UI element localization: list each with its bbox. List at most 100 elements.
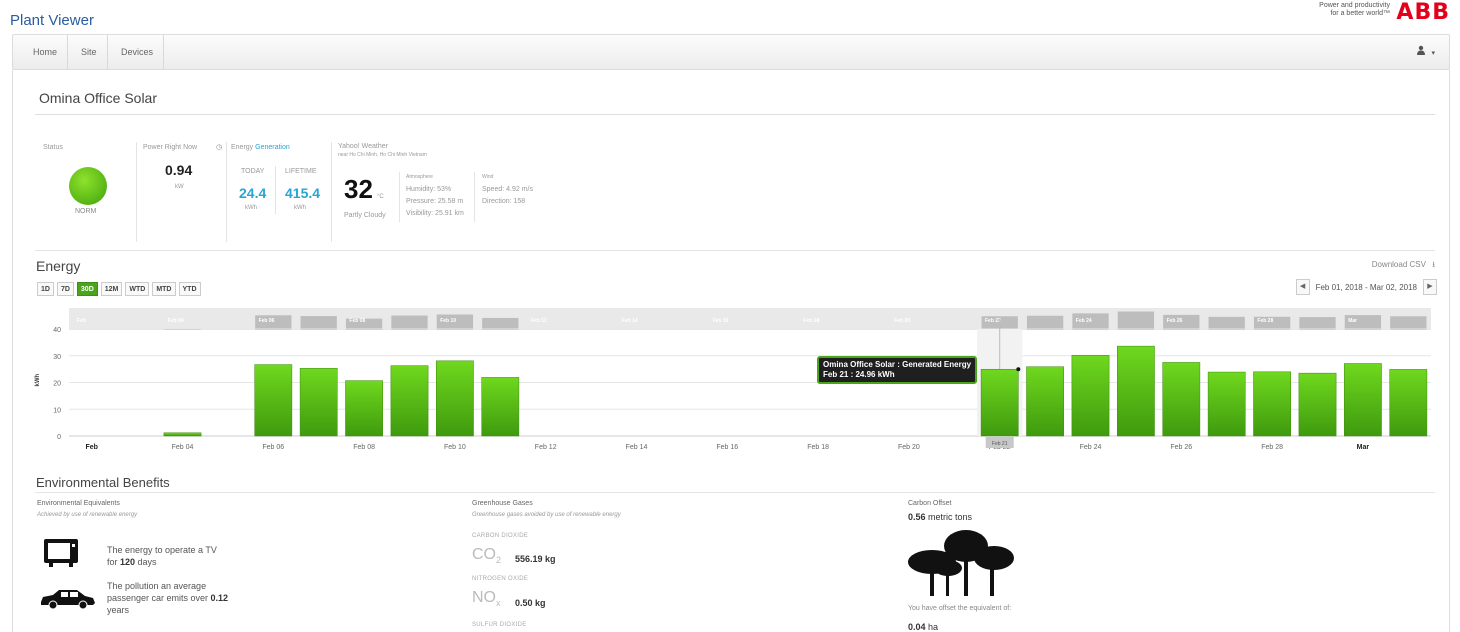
chart-bar: [481, 377, 520, 437]
tagline-line-2: for a better world™: [1330, 10, 1390, 17]
chart-bar: [299, 368, 338, 437]
car-equivalent-line2: passenger car emits over 0.12: [107, 592, 228, 604]
chart-bar: [345, 380, 383, 437]
energy-chart[interactable]: Feb Feb 04 Feb 06 Feb 08 Feb 10 Feb 12 Feb 14 F…: [13, 70, 1449, 470]
trees-icon: [908, 530, 1014, 596]
co2-formula-sub: 2: [496, 555, 502, 566]
chart-bar: [980, 368, 1019, 437]
navigator-bar: [1026, 315, 1064, 330]
carbon-offset-value: 0.56 metric tons: [908, 512, 972, 522]
tv-equivalent-line2: for 120 days: [107, 556, 217, 568]
x-tick-label: Feb 12: [535, 444, 557, 451]
offset-text: You have offset the equivalent of:: [908, 605, 1012, 612]
chart-bar: [1298, 372, 1337, 437]
nav-home[interactable]: Home: [23, 35, 69, 69]
y-tick-label: 40: [53, 327, 61, 334]
chevron-down-icon: ▾: [1431, 50, 1435, 57]
navigator-label: Feb 10: [440, 318, 456, 324]
navigator-label: Feb 08: [349, 318, 365, 324]
x-tick-label: Feb 26: [1170, 444, 1192, 451]
chart-bar: [163, 432, 202, 437]
x-tick-label: Feb 10: [444, 444, 466, 451]
x-tick-label: Feb 20: [898, 444, 920, 451]
nox-formula: NOx: [472, 589, 501, 608]
x-tick-label: Feb: [85, 444, 97, 451]
offset-value: 0.04 ha: [908, 622, 938, 632]
chart-bar: [1162, 362, 1201, 437]
navigator-bar: [391, 315, 428, 330]
chart-tooltip: Omina Office Solar : Generated Energy Fe…: [817, 356, 978, 384]
navigator-bar: [1299, 317, 1336, 330]
nox-value: 0.50 kg: [515, 598, 546, 608]
tv-equivalent: The energy to operate a TV for 120 days: [107, 544, 217, 568]
navigator-label: Feb 24: [1076, 318, 1092, 324]
tagline-line-1: Power and productivity: [1319, 2, 1390, 9]
top-nav: Home Site Devices ▾: [12, 34, 1450, 70]
y-axis-label: kWh: [35, 374, 41, 387]
user-menu[interactable]: ▾: [1416, 45, 1435, 58]
main-panel: Omina Office Solar Status NORM Power Rig…: [12, 70, 1450, 632]
navigator-label: Mar: [1348, 318, 1357, 324]
env-divider: [35, 492, 1435, 493]
y-tick-label: 20: [53, 381, 61, 388]
offset-value-unit: ha: [925, 622, 939, 632]
y-tick-label: 10: [53, 407, 61, 414]
highlight-x-label: Feb 21: [992, 441, 1008, 447]
ghg-title: Greenhouse Gases: [472, 500, 533, 507]
chart-bar: [1253, 371, 1291, 437]
co2-formula-text: CO: [472, 546, 496, 563]
chart-bar: [1344, 363, 1382, 437]
equivalents-title: Environmental Equivalents: [37, 500, 120, 507]
x-tick-label: Feb 28: [1261, 444, 1283, 451]
abb-logo: ABB: [1396, 0, 1450, 25]
nav-devices[interactable]: Devices: [111, 35, 165, 69]
equivalents-subtitle: Achieved by use of renewable energy: [37, 512, 138, 518]
x-tick-label: Feb 04: [172, 444, 194, 451]
y-tick-label: 0: [57, 434, 61, 441]
car-equivalent-line3: years: [107, 605, 130, 615]
navigator-label: Feb 22: [985, 318, 1001, 324]
car-equivalent: The pollution an average passenger car e…: [107, 580, 228, 616]
x-tick-label: Mar: [1357, 444, 1370, 451]
tv-equivalent-line1: The energy to operate a TV: [107, 545, 217, 555]
car-years-value: 0.12: [210, 593, 229, 603]
app-title[interactable]: Plant Viewer: [10, 12, 94, 29]
chart-bar: [1026, 366, 1064, 437]
nox-formula-sub: x: [496, 598, 501, 609]
co2-label: CARBON DIOXIDE: [472, 533, 529, 539]
carbon-value-number: 0.56: [908, 512, 926, 522]
chart-bar: [1207, 371, 1246, 437]
navigator-label: Feb 20: [894, 318, 910, 324]
tv-prefix: for: [107, 557, 121, 567]
so2-label: SULFUR DIOXIDE: [472, 622, 527, 628]
chart-bar: [390, 365, 429, 437]
chart-bar: [1117, 345, 1155, 437]
chart-bar: [436, 360, 474, 437]
navigator-label: Feb 26: [1167, 318, 1183, 324]
navigator-label: Feb: [77, 318, 86, 324]
tv-icon: [44, 539, 78, 567]
tooltip-line-1: Omina Office Solar : Generated Energy: [823, 360, 972, 369]
carbon-offset-title: Carbon Offset: [908, 500, 952, 507]
nox-label: NITROGEN OXIDE: [472, 576, 529, 582]
user-icon: [1416, 45, 1425, 55]
chart-bar: [1071, 354, 1110, 437]
co2-formula: CO2: [472, 546, 501, 565]
navigator-label: Feb 06: [259, 318, 275, 324]
car-icon: [41, 590, 95, 610]
navigator-bar: [482, 317, 519, 330]
car-prefix: passenger car emits over: [107, 593, 211, 603]
nav-site[interactable]: Site: [71, 35, 108, 69]
navigator-bar: [1208, 316, 1245, 330]
navigator-bar: [1117, 311, 1155, 330]
y-tick-label: 30: [53, 354, 61, 361]
tv-days-value: 120: [120, 557, 136, 567]
navigator-bar: [1390, 316, 1427, 330]
tv-suffix: days: [135, 557, 157, 567]
chart-bar: [1389, 369, 1428, 437]
navigator-bar: [300, 316, 337, 330]
navigator-label: Feb 16: [713, 318, 729, 324]
navigator-label: Feb 28: [1257, 318, 1273, 324]
navigator-label: Feb 04: [168, 318, 184, 324]
navigator-label: Feb 18: [803, 318, 819, 324]
